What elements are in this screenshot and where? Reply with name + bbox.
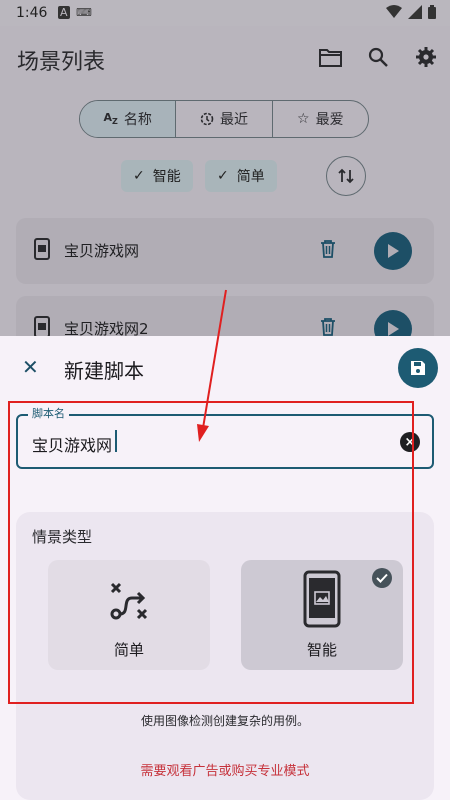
filter-chip-simple[interactable]: ✓ 简单: [205, 160, 277, 192]
chip-label: 智能: [152, 169, 181, 185]
gear-icon: [416, 47, 436, 67]
save-button[interactable]: [398, 348, 438, 388]
settings-button[interactable]: [413, 44, 439, 70]
scene-card[interactable]: 宝贝游戏网: [16, 218, 434, 284]
sort-by-recent-tab[interactable]: 最近: [176, 101, 273, 137]
sort-order-button[interactable]: [326, 156, 366, 196]
wifi-icon: [386, 5, 402, 18]
dialog-title: 新建脚本: [64, 359, 144, 383]
notification-a-icon: A: [58, 6, 70, 19]
swap-vertical-icon: [338, 168, 354, 184]
sort-tab-label: 最爱: [315, 112, 344, 128]
search-button[interactable]: [365, 44, 391, 70]
play-button[interactable]: [374, 232, 412, 270]
pro-upgrade-link[interactable]: 需要观看广告或购买专业模式: [0, 760, 450, 779]
chip-label: 简单: [236, 169, 265, 185]
close-icon[interactable]: ✕: [22, 355, 39, 379]
scene-name: 宝贝游戏网: [64, 242, 140, 260]
sort-tab-label: 名称: [123, 112, 152, 128]
document-icon: [34, 316, 50, 338]
star-icon: ☆: [297, 111, 310, 127]
search-icon: [368, 47, 388, 67]
document-icon: [34, 238, 50, 260]
play-icon: [388, 244, 399, 258]
play-icon: [388, 322, 399, 336]
folder-icon: [319, 49, 342, 67]
highlight-box: [8, 401, 414, 704]
page-title: 场景列表: [17, 50, 106, 75]
sort-by-name-tab[interactable]: AZ 名称: [80, 101, 177, 137]
save-icon: [411, 361, 425, 375]
sort-segmented-control: AZ 名称 最近 ☆ 最爱: [79, 100, 369, 138]
sort-by-favorite-tab[interactable]: ☆ 最爱: [273, 101, 368, 137]
signal-icon: [408, 5, 422, 19]
delete-icon[interactable]: [320, 240, 336, 258]
status-time: 1:46: [16, 5, 48, 21]
filter-chip-smart[interactable]: ✓ 智能: [121, 160, 193, 192]
clock-icon: [200, 112, 214, 126]
scene-type-description: 使用图像检测创建复杂的用例。: [140, 714, 309, 728]
battery-icon: [428, 5, 436, 19]
delete-icon[interactable]: [320, 318, 336, 336]
sort-tab-label: 最近: [219, 112, 248, 128]
keyboard-icon: ⌨: [76, 6, 92, 19]
status-icons: [386, 5, 436, 19]
check-icon: ✓: [133, 168, 145, 184]
status-bar: 1:46 A ⌨: [0, 0, 450, 26]
open-folder-button[interactable]: [318, 44, 344, 70]
az-sort-icon: AZ: [103, 111, 118, 127]
check-icon: ✓: [217, 168, 229, 184]
